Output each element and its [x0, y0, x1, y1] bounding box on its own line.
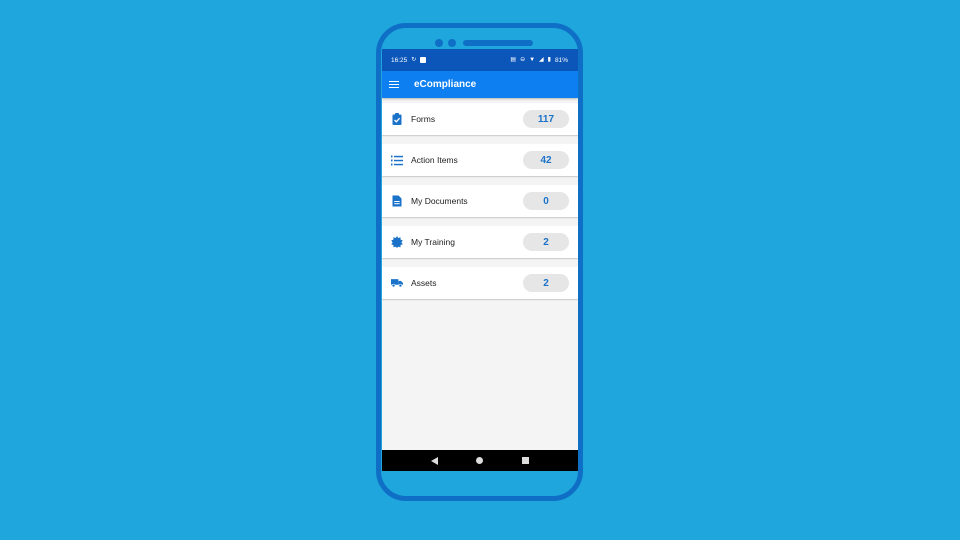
battery-icon: ▮	[547, 57, 551, 63]
count-badge: 117	[523, 110, 569, 128]
app-title: eCompliance	[414, 79, 477, 90]
list-item-label: My Training	[411, 237, 455, 247]
wifi-icon: ▼	[529, 57, 536, 63]
notification-icon	[420, 57, 427, 63]
badge-icon	[391, 236, 403, 248]
list-item-forms[interactable]: Forms 117	[382, 103, 578, 135]
phone-screen: 16:25 ↻ ▤ ⊖ ▼ ◢ ▮ 81% eCompliance Forms …	[382, 49, 578, 471]
dashboard-list: Forms 117 Action Items 42 My Documents 0…	[382, 98, 578, 299]
list-item-label: Assets	[411, 278, 437, 288]
android-nav-bar	[382, 450, 578, 471]
status-time: 16:25	[391, 56, 408, 64]
list-item-assets[interactable]: Assets 2	[382, 267, 578, 299]
app-bar: eCompliance	[382, 71, 578, 98]
recent-apps-icon[interactable]	[521, 457, 529, 464]
do-not-disturb-icon: ⊖	[520, 57, 526, 63]
sync-icon: ↻	[411, 57, 417, 63]
document-icon	[391, 195, 403, 207]
list-item-label: My Documents	[411, 196, 468, 206]
stage: 16:25 ↻ ▤ ⊖ ▼ ◢ ▮ 81% eCompliance Forms …	[0, 0, 960, 540]
list-item-label: Action Items	[411, 155, 458, 165]
battery-percent: 81%	[554, 56, 568, 64]
nfc-icon: ▤	[510, 57, 517, 63]
home-icon[interactable]	[476, 457, 484, 464]
hamburger-menu-icon[interactable]	[389, 80, 399, 89]
sensor-dot	[448, 39, 456, 47]
status-bar: 16:25 ↻ ▤ ⊖ ▼ ◢ ▮ 81%	[382, 49, 578, 71]
back-icon[interactable]	[431, 456, 439, 465]
clipboard-check-icon	[391, 113, 403, 125]
camera-dot	[435, 39, 443, 47]
count-badge: 42	[523, 151, 569, 169]
list-item-my-training[interactable]: My Training 2	[382, 226, 578, 258]
list-item-label: Forms	[411, 114, 436, 124]
truck-icon	[391, 277, 403, 289]
list-item-action-items[interactable]: Action Items 42	[382, 144, 578, 176]
speaker-grille	[463, 40, 533, 46]
signal-icon: ◢	[539, 57, 544, 63]
count-badge: 2	[523, 274, 569, 292]
count-badge: 2	[523, 233, 569, 251]
list-item-my-documents[interactable]: My Documents 0	[382, 185, 578, 217]
numbered-list-icon	[391, 154, 403, 166]
count-badge: 0	[523, 192, 569, 210]
